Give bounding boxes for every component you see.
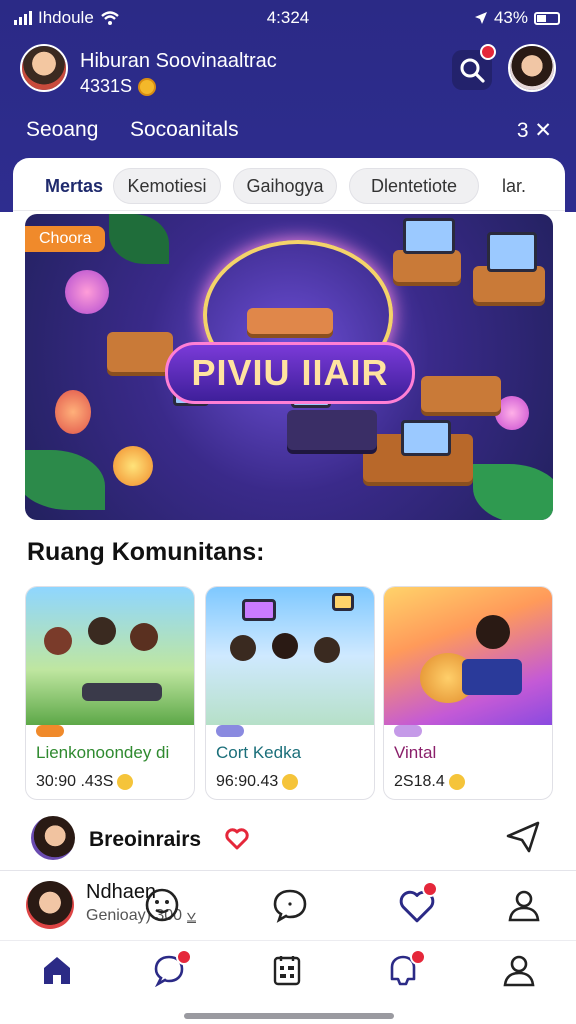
avatar[interactable]: [20, 44, 68, 92]
avatar[interactable]: [26, 881, 74, 929]
battery-percent: 43%: [493, 8, 528, 27]
profile-icon[interactable]: [506, 887, 542, 923]
dj-booth: [287, 410, 377, 450]
room-listeners: 96:90.43: [216, 773, 279, 790]
bottom-navigation: [0, 940, 576, 1024]
mini-player: Ndhaen Genioay) 300 ⩣: [0, 870, 576, 940]
feed-item[interactable]: Breoinrairs: [31, 814, 555, 864]
room-tag: [36, 725, 64, 737]
search-button[interactable]: [452, 44, 496, 90]
likes-button[interactable]: [398, 881, 438, 925]
subnav-close[interactable]: 3 ✕: [517, 118, 552, 143]
location-icon: [474, 12, 487, 24]
tab-gaihogya[interactable]: Gaihogya: [233, 168, 337, 204]
tab-divider: [13, 210, 565, 211]
coin-balance: 4331S: [80, 76, 157, 97]
tab-more[interactable]: lar.: [489, 168, 539, 204]
leaf-decoration: [25, 450, 105, 510]
room-thumbnail: [206, 587, 374, 725]
stage-platform: [107, 332, 173, 372]
profile-row: Hiburan Soovinaaltrac 4331S: [20, 44, 556, 98]
room-card[interactable]: Cort Kedka 96:90.43: [205, 586, 375, 800]
emoji-icon: [448, 774, 465, 790]
leaf-decoration: [109, 214, 169, 264]
emoji-icon: [117, 774, 134, 790]
nav-notifications[interactable]: [386, 949, 426, 987]
feed-name: Breoinrairs: [89, 828, 202, 851]
notification-badge: [410, 949, 426, 965]
stage-platform: [421, 376, 501, 412]
battery-icon: [534, 11, 560, 25]
heart-icon[interactable]: [225, 828, 249, 850]
category-tabs: Mertas Kemotiesi Gaihogya Dlentetiote la…: [13, 168, 565, 204]
room-meta: 96:90.43: [216, 773, 299, 791]
search-icon: [460, 58, 485, 83]
emoji-icon: [282, 774, 299, 790]
banner-tag: Choora: [25, 226, 106, 252]
subnav-item-middle[interactable]: Socoanitals: [130, 118, 239, 142]
room-name: Cort Kedka: [216, 743, 302, 762]
coin-icon: [138, 77, 157, 96]
content-card: Mertas Kemotiesi Gaihogya Dlentetiote la…: [13, 158, 565, 870]
notification-badge: [176, 949, 192, 965]
room-listeners: 2S18.4: [394, 773, 445, 790]
notification-badge: [422, 881, 438, 897]
tab-kemotiesi[interactable]: Kemotiesi: [113, 168, 221, 204]
tab-mertas[interactable]: Mertas: [29, 168, 119, 204]
emoji-reaction-icon[interactable]: [144, 887, 180, 923]
room-thumbnail: [26, 587, 194, 725]
lantern-decoration: [113, 446, 153, 486]
monitor-screen: [487, 232, 537, 272]
couch-stage: [247, 308, 333, 334]
banner-title: PIVIU IIAIR: [165, 342, 415, 404]
room-listeners: 30:90 .43S: [36, 773, 114, 790]
subnav-item-left[interactable]: Seoang: [26, 118, 98, 142]
notification-badge: [480, 44, 496, 60]
avatar[interactable]: [31, 816, 75, 860]
nav-messages[interactable]: [152, 949, 192, 988]
leaf-decoration: [473, 464, 553, 520]
monitor-screen: [403, 218, 455, 254]
room-name: Vintal: [394, 743, 437, 762]
stage-platform: [393, 250, 461, 282]
tab-dlentetiote[interactable]: Dlentetiote: [349, 168, 479, 204]
chat-bubble-icon[interactable]: [272, 887, 308, 923]
room-tag: [394, 725, 422, 737]
room-tag: [216, 725, 244, 737]
share-icon[interactable]: [505, 820, 541, 854]
room-card[interactable]: Lienkonoondey di 30:90 .43S: [25, 586, 195, 800]
home-indicator: [184, 1013, 394, 1019]
home-icon[interactable]: [40, 953, 74, 987]
status-bar: Ihdoule 4:324 43%: [0, 6, 576, 30]
coin-amount: 4331S: [80, 76, 133, 96]
user-name: Hiburan Soovinaaltrac: [80, 50, 277, 72]
sub-navigation: Seoang Socoanitals 3 ✕: [26, 118, 552, 148]
community-rooms: Lienkonoondey di 30:90 .43S Cort Kedka 9…: [25, 586, 565, 802]
balloon-decoration: [65, 270, 109, 314]
room-meta: 2S18.4: [394, 773, 465, 791]
user-avatar-right[interactable]: [508, 44, 556, 92]
room-card[interactable]: Vintal 2S18.4: [383, 586, 553, 800]
room-meta: 30:90 .43S: [36, 773, 134, 791]
room-name: Lienkonoondey di: [36, 743, 170, 762]
room-thumbnail: [384, 587, 552, 725]
balloon-decoration: [55, 390, 91, 434]
featured-banner[interactable]: PIVIU IIAIR Choora: [25, 214, 553, 520]
profile-icon[interactable]: [502, 953, 536, 987]
section-title: Ruang Komunitans:: [27, 538, 265, 566]
monitor-screen: [401, 420, 451, 456]
status-right: 43%: [474, 8, 560, 28]
calendar-icon[interactable]: [270, 953, 304, 987]
